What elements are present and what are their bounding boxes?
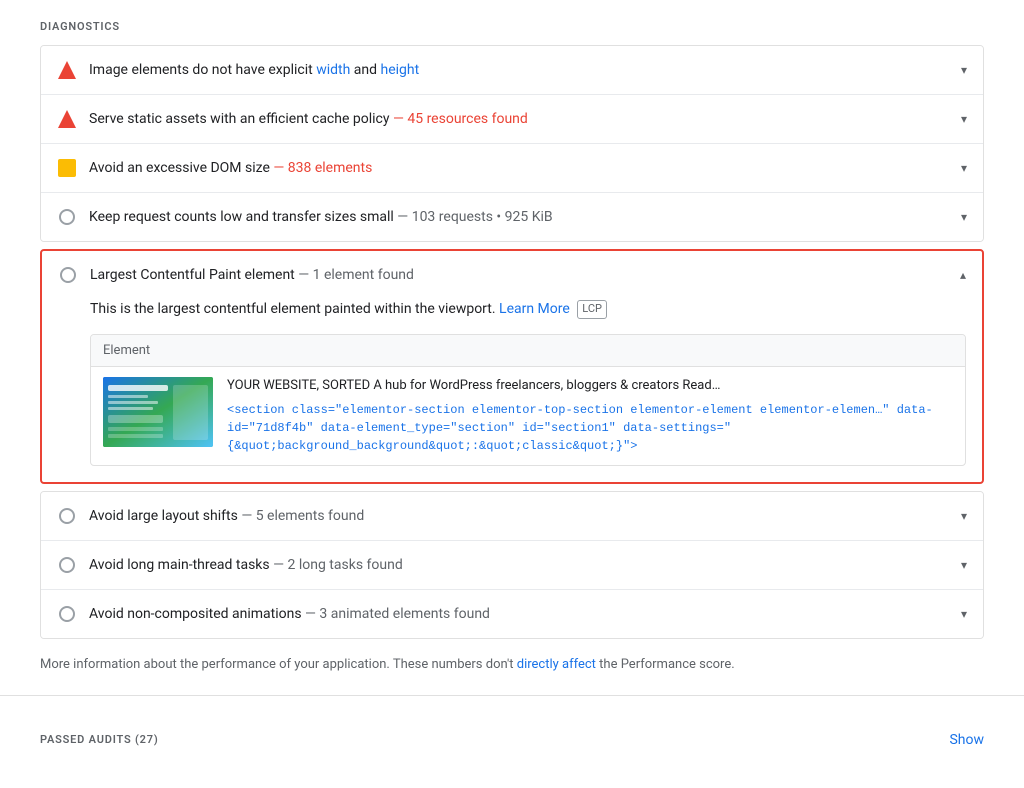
- lcp-description: This is the largest contentful element p…: [90, 299, 966, 320]
- chevron-down-icon-5: ▾: [961, 509, 967, 523]
- animations-detail: — 3 animated elements found: [305, 606, 490, 622]
- circle-icon-layout: [57, 506, 77, 526]
- warning-icon: [57, 158, 77, 178]
- element-table-header: Element: [91, 335, 965, 367]
- element-code-line1: <section class="elementor-section elemen…: [227, 403, 933, 417]
- element-code-line2: id="71d8f4b" data-element_type="section"…: [227, 421, 731, 435]
- directly-affect-link[interactable]: directly affect: [517, 657, 596, 672]
- chevron-up-icon: ▴: [960, 268, 966, 282]
- lcp-subtitle: — 1 element found: [295, 267, 414, 283]
- chevron-down-icon-2: ▾: [961, 112, 967, 126]
- audit-item-lcp: Largest Contentful Paint element — 1 ele…: [40, 249, 984, 484]
- audit-title-layout-shifts: Avoid large layout shifts — 5 elements f…: [89, 508, 953, 524]
- lcp-audit-container: Largest Contentful Paint element — 1 ele…: [40, 249, 984, 484]
- circle-icon: [57, 207, 77, 227]
- cache-resources-count: — 45 resources found: [393, 111, 528, 127]
- dom-elements-count: — 838 elements: [273, 160, 372, 176]
- audit-row-request-counts[interactable]: Keep request counts low and transfer siz…: [41, 193, 983, 241]
- main-thread-detail: — 2 long tasks found: [273, 557, 403, 573]
- width-link[interactable]: width: [316, 62, 350, 78]
- error-icon: [57, 60, 77, 80]
- lcp-badge: LCP: [577, 300, 607, 319]
- audit-item-layout-shifts: Avoid large layout shifts — 5 elements f…: [41, 492, 983, 541]
- passed-audits-label: PASSED AUDITS (27): [40, 733, 159, 746]
- audit-title-dom-size: Avoid an excessive DOM size — 838 elemen…: [89, 160, 953, 176]
- element-code-line3: {&quot;background_background&quot;:&quot…: [227, 439, 637, 453]
- audit-item-request-counts: Keep request counts low and transfer siz…: [41, 193, 983, 241]
- element-thumbnail: [103, 377, 213, 447]
- audit-title-image-dimensions: Image elements do not have explicit widt…: [89, 62, 953, 78]
- audit-title-cache-policy: Serve static assets with an efficient ca…: [89, 111, 953, 127]
- chevron-down-icon-6: ▾: [961, 558, 967, 572]
- learn-more-link[interactable]: Learn More: [499, 301, 570, 317]
- audit-row-cache-policy[interactable]: Serve static assets with an efficient ca…: [41, 95, 983, 143]
- chevron-down-icon-4: ▾: [961, 210, 967, 224]
- element-info: YOUR WEBSITE, SORTED A hub for WordPress…: [227, 377, 953, 455]
- audit-row-main-thread[interactable]: Avoid long main-thread tasks — 2 long ta…: [41, 541, 983, 589]
- divider: [0, 695, 1024, 696]
- audit-item-animations: Avoid non-composited animations — 3 anim…: [41, 590, 983, 638]
- chevron-down-icon-7: ▾: [961, 607, 967, 621]
- lcp-title-text: Largest Contentful Paint element: [90, 267, 295, 283]
- audit-title-animations: Avoid non-composited animations — 3 anim…: [89, 606, 953, 622]
- audit-title-request-counts: Keep request counts low and transfer siz…: [89, 209, 953, 225]
- footer-note: More information about the performance o…: [40, 655, 984, 675]
- audit-list-top: Image elements do not have explicit widt…: [40, 45, 984, 242]
- element-description: YOUR WEBSITE, SORTED A hub for WordPress…: [227, 377, 953, 395]
- audit-item-dom-size: Avoid an excessive DOM size — 838 elemen…: [41, 144, 983, 193]
- lcp-expanded-content: This is the largest contentful element p…: [42, 299, 982, 482]
- element-table-row: YOUR WEBSITE, SORTED A hub for WordPress…: [91, 367, 965, 465]
- audit-row-lcp[interactable]: Largest Contentful Paint element — 1 ele…: [42, 251, 982, 299]
- chevron-down-icon: ▾: [961, 63, 967, 77]
- audit-list-bottom: Avoid large layout shifts — 5 elements f…: [40, 491, 984, 639]
- error-icon-2: [57, 109, 77, 129]
- chevron-down-icon-3: ▾: [961, 161, 967, 175]
- audit-row-dom-size[interactable]: Avoid an excessive DOM size — 838 elemen…: [41, 144, 983, 192]
- audit-row-layout-shifts[interactable]: Avoid large layout shifts — 5 elements f…: [41, 492, 983, 540]
- passed-audits-bar: PASSED AUDITS (27) Show: [40, 716, 984, 748]
- circle-icon-anim: [57, 604, 77, 624]
- audit-title-lcp: Largest Contentful Paint element — 1 ele…: [90, 267, 952, 283]
- audit-item-image-dimensions: Image elements do not have explicit widt…: [41, 46, 983, 95]
- layout-shifts-detail: — 5 elements found: [241, 508, 364, 524]
- footer-note-end: the Performance score.: [596, 657, 735, 672]
- element-table: Element: [90, 334, 966, 466]
- diagnostics-label: DIAGNOSTICS: [40, 20, 984, 33]
- audit-item-main-thread: Avoid long main-thread tasks — 2 long ta…: [41, 541, 983, 590]
- audit-row-image-dimensions[interactable]: Image elements do not have explicit widt…: [41, 46, 983, 94]
- footer-note-text: More information about the performance o…: [40, 657, 517, 672]
- request-counts-detail: — 103 requests • 925 KiB: [397, 209, 552, 225]
- circle-icon-lcp: [58, 265, 78, 285]
- audit-title-main-thread: Avoid long main-thread tasks — 2 long ta…: [89, 557, 953, 573]
- circle-icon-thread: [57, 555, 77, 575]
- show-passed-audits-button[interactable]: Show: [949, 732, 984, 748]
- audit-row-animations[interactable]: Avoid non-composited animations — 3 anim…: [41, 590, 983, 638]
- audit-item-cache-policy: Serve static assets with an efficient ca…: [41, 95, 983, 144]
- height-link[interactable]: height: [381, 62, 420, 78]
- element-code: <section class="elementor-section elemen…: [227, 401, 953, 455]
- lcp-description-text: This is the largest contentful element p…: [90, 301, 496, 317]
- main-container: DIAGNOSTICS Image elements do not have e…: [0, 0, 1024, 788]
